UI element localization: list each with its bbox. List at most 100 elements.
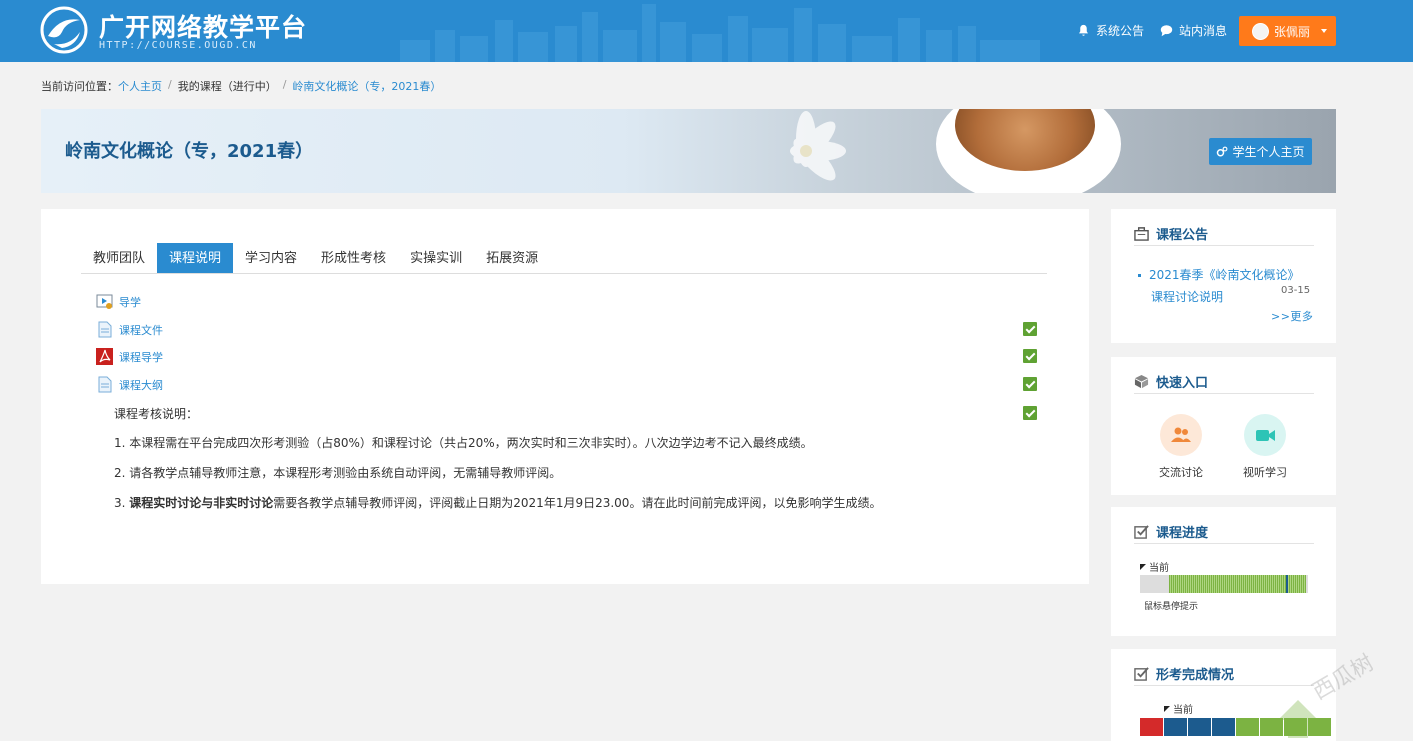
- chevron-down-icon: [1321, 29, 1328, 33]
- current-label: 当前: [1149, 563, 1169, 574]
- course-tabs: 教师团队 课程说明 学习内容 形成性考核 实操实训 拓展资源: [81, 243, 1047, 274]
- quick-entry-title: 快速入口: [1156, 375, 1209, 391]
- notice-line-2: 课程讨论说明: [1151, 290, 1224, 304]
- platform-logo: [40, 6, 88, 54]
- pdf-icon: [96, 348, 113, 365]
- item-label: 课程文件: [119, 323, 163, 337]
- breadcrumb-separator: /: [282, 78, 287, 91]
- notice-line-1: 2021春季《岭南文化概论》: [1149, 268, 1300, 282]
- formative-block[interactable]: [1164, 718, 1187, 736]
- notice-item[interactable]: 2021春季《岭南文化概论》 课程讨论说明: [1138, 264, 1300, 308]
- course-title: 岭南文化概论（专，2021春）: [65, 141, 314, 162]
- notice-card-header: 课程公告: [1134, 221, 1314, 246]
- flag-icon: [1140, 563, 1146, 570]
- completed-check-icon: [1023, 406, 1037, 420]
- video-icon: [96, 294, 113, 309]
- completed-check-icon: [1023, 349, 1037, 363]
- completed-check-icon: [1023, 322, 1037, 336]
- people-icon: [1171, 427, 1191, 442]
- progress-bar[interactable]: [1140, 575, 1308, 593]
- video-learning-icon-circle: [1244, 414, 1286, 456]
- discussion-icon-circle: [1160, 414, 1202, 456]
- bell-icon: [1079, 24, 1088, 36]
- formative-block[interactable]: [1140, 718, 1163, 736]
- notice-card: 课程公告 2021春季《岭南文化概论》 课程讨论说明 03-15 >>更多: [1111, 209, 1336, 343]
- item-label: 课程大纲: [119, 378, 163, 392]
- current-label: 当前: [1173, 705, 1193, 716]
- formative-title: 形考完成情况: [1156, 667, 1235, 683]
- item-syllabus[interactable]: 课程大纲: [96, 376, 163, 393]
- progress-header: 课程进度: [1134, 519, 1314, 544]
- tab-formative-assessment[interactable]: 形成性考核: [309, 243, 398, 273]
- breadcrumb-home[interactable]: 个人主页: [118, 78, 162, 94]
- notice-title: 课程公告: [1156, 227, 1209, 243]
- brand-url: HTTP://COURSE.OUGD.CN: [99, 40, 257, 51]
- flower-decoration: [790, 111, 846, 181]
- course-banner: 岭南文化概论（专，2021春） 学生个人主页: [41, 109, 1336, 193]
- brand-title: 广开网络教学平台: [99, 13, 308, 42]
- chat-bubble-icon: [1160, 25, 1173, 37]
- site-message-link[interactable]: 站内消息: [1160, 22, 1227, 39]
- current-marker: 当前: [1140, 559, 1169, 574]
- tab-extended-resources[interactable]: 拓展资源: [474, 243, 550, 273]
- item-label: 课程导学: [119, 350, 163, 364]
- notice-date: 03-15: [1281, 285, 1311, 296]
- checkbox-icon: [1134, 666, 1149, 681]
- item-course-guide[interactable]: 课程导学: [96, 348, 163, 365]
- progress-title: 课程进度: [1156, 525, 1209, 541]
- flag-icon: [1164, 705, 1170, 712]
- announcement-label: 系统公告: [1096, 24, 1145, 38]
- breadcrumb-my-courses: 我的课程（进行中）: [177, 80, 277, 93]
- breadcrumb-prefix: 当前访问位置：: [41, 80, 118, 93]
- cube-icon: [1134, 374, 1149, 388]
- course-progress-card: 课程进度 当前 鼠标悬停提示: [1111, 507, 1336, 636]
- quick-entry-header: 快速入口: [1134, 369, 1314, 394]
- line3-prefix: 3.: [114, 496, 130, 510]
- document-icon: [98, 321, 112, 338]
- quick-entry-video-learning[interactable]: 视听学习: [1235, 414, 1295, 480]
- breadcrumb-current-course[interactable]: 岭南文化概论（专，2021春）: [292, 78, 441, 94]
- top-header: 广开网络教学平台 HTTP://COURSE.OUGD.CN 系统公告 站内消息…: [0, 0, 1413, 62]
- assessment-title: 课程考核说明：: [114, 407, 199, 421]
- bullet-icon: [1138, 274, 1141, 277]
- progress-current-marker: [1286, 575, 1289, 593]
- formative-block[interactable]: [1236, 718, 1259, 736]
- document-icon: [98, 376, 112, 393]
- student-home-label: 学生个人主页: [1232, 145, 1305, 159]
- video-learning-label: 视听学习: [1243, 466, 1287, 479]
- checkbox-icon: [1134, 524, 1149, 539]
- quick-entry-discussion[interactable]: 交流讨论: [1151, 414, 1211, 480]
- tab-course-description[interactable]: 课程说明: [157, 243, 234, 273]
- formative-block[interactable]: [1188, 718, 1211, 736]
- tab-learning-content[interactable]: 学习内容: [233, 243, 309, 273]
- main-panel: 教师团队 课程说明 学习内容 形成性考核 实操实训 拓展资源 导学 课程文件 课…: [41, 209, 1089, 584]
- assessment-line-1: 1. 本课程需在平台完成四次形考测验（占80%）和课程讨论（共占20%，两次实时…: [114, 436, 813, 450]
- announcement-icon: [1134, 226, 1149, 241]
- breadcrumb: 当前访问位置： 个人主页 / 我的课程（进行中） / 岭南文化概论（专，2021…: [41, 78, 441, 94]
- user-name: 张佩丽: [1274, 24, 1311, 39]
- more-link[interactable]: >>更多: [1271, 308, 1313, 324]
- item-guide[interactable]: 导学: [96, 293, 141, 310]
- tab-practical-training[interactable]: 实操实训: [398, 243, 474, 273]
- quick-entry-card: 快速入口 交流讨论 视听学习: [1111, 357, 1336, 495]
- message-label: 站内消息: [1179, 24, 1228, 38]
- system-announcement-link[interactable]: 系统公告: [1077, 22, 1144, 39]
- video-camera-icon: [1256, 430, 1275, 441]
- formative-block[interactable]: [1212, 718, 1235, 736]
- discussion-label: 交流讨论: [1159, 466, 1203, 479]
- svg-text:西瓜树: 西瓜树: [1309, 651, 1379, 706]
- completed-check-icon: [1023, 377, 1037, 391]
- student-home-button[interactable]: 学生个人主页: [1209, 138, 1312, 165]
- user-menu-button[interactable]: 张佩丽: [1239, 16, 1336, 46]
- current-marker: 当前: [1164, 701, 1193, 716]
- gears-icon: [1217, 146, 1228, 156]
- line3-bold: 课程实时讨论与非实时讨论: [129, 496, 274, 510]
- avatar: [1252, 22, 1269, 40]
- item-course-file[interactable]: 课程文件: [96, 321, 163, 338]
- breadcrumb-separator: /: [168, 78, 172, 91]
- item-label: 导学: [119, 295, 141, 309]
- watermark-logo: 西瓜树: [1278, 651, 1379, 738]
- hover-hint: 鼠标悬停提示: [1144, 602, 1199, 612]
- tab-teacher-team[interactable]: 教师团队: [81, 243, 157, 273]
- assessment-line-3: 3. 课程实时讨论与非实时讨论需要各教学点辅导教师评阅，评阅截止日期为2021年…: [114, 494, 881, 511]
